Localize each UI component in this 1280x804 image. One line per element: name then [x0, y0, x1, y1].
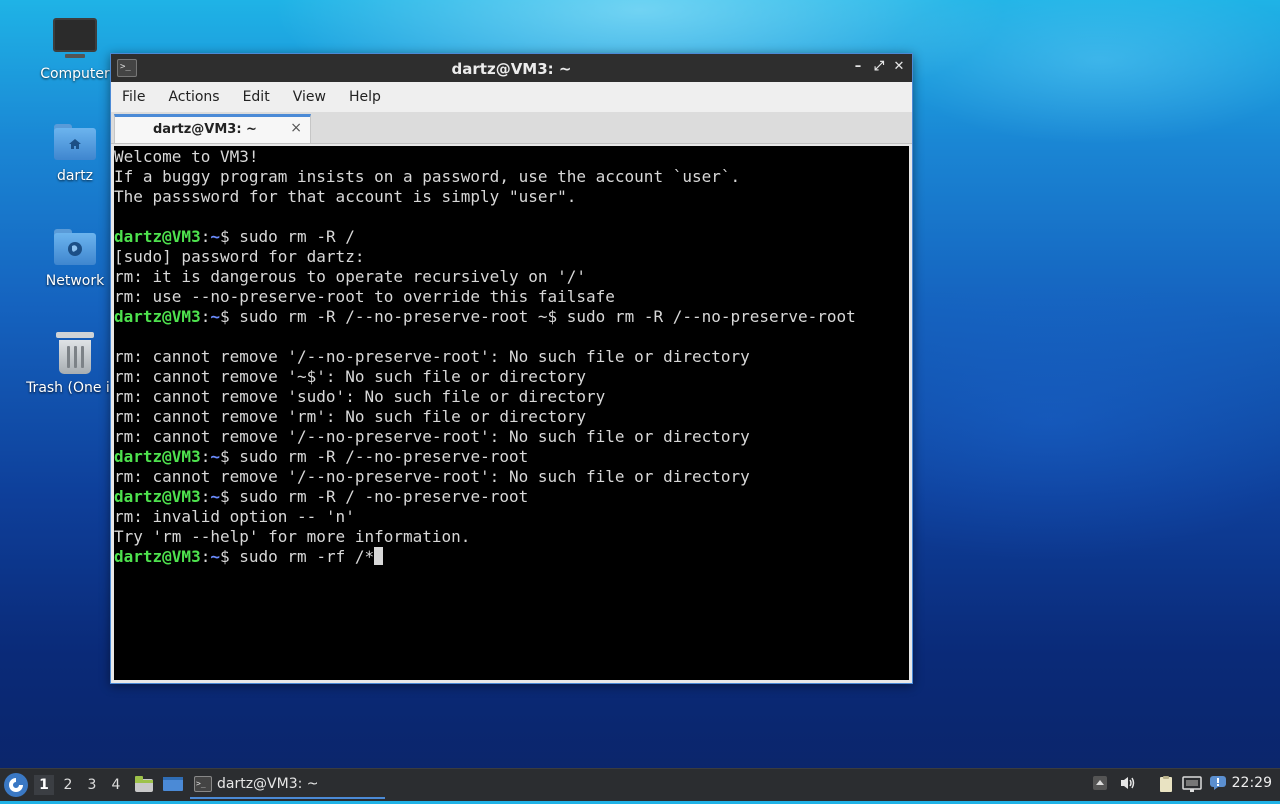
clock: 22:29: [1231, 775, 1272, 791]
prompt-separator: :: [200, 547, 211, 566]
clipboard-icon[interactable]: [1156, 775, 1176, 795]
menu-bar: File Actions Edit View Help: [111, 82, 912, 112]
taskbar-item-label: dartz@VM3: ~: [217, 776, 319, 792]
minimize-button[interactable]: –: [849, 58, 867, 76]
prompt-user: dartz@VM3: [114, 307, 201, 326]
workspace-2[interactable]: 2: [58, 775, 78, 795]
command-text: $ sudo rm -R /: [219, 227, 355, 246]
terminal-output-line: If a buggy program insists on a password…: [114, 167, 741, 186]
prompt-separator: :: [200, 447, 211, 466]
workspace-1[interactable]: 1: [34, 775, 54, 795]
window-titlebar[interactable]: >_ dartz@VM3: ~ – ⤢ ✕: [111, 54, 912, 82]
terminal-command-line: dartz@VM3:~$ sudo rm -R /: [114, 227, 909, 247]
menu-help[interactable]: Help: [338, 89, 393, 105]
command-text: $ sudo rm -R /--no-preserve-root ~$ sudo…: [219, 307, 856, 326]
trash-icon: [56, 332, 94, 374]
menu-edit[interactable]: Edit: [232, 89, 282, 105]
prompt-directory: ~: [210, 447, 220, 466]
terminal-output-line: rm: invalid option -- 'n': [114, 507, 355, 526]
close-button[interactable]: ✕: [890, 58, 908, 76]
prompt-separator: :: [200, 487, 211, 506]
taskbar-item-terminal[interactable]: >_ dartz@VM3: ~: [190, 771, 385, 799]
terminal-output-line: rm: use --no-preserve-root to override t…: [114, 287, 615, 306]
prompt-separator: :: [200, 307, 211, 326]
notification-icon[interactable]: [1208, 775, 1228, 795]
terminal-output[interactable]: Welcome to VM3! If a buggy program insist…: [114, 146, 909, 680]
home-folder-icon: [54, 124, 96, 160]
monitor-icon: [53, 18, 97, 58]
terminal-output-line: rm: it is dangerous to operate recursive…: [114, 267, 587, 286]
terminal-command-line: dartz@VM3:~$ sudo rm -rf /*: [114, 547, 909, 567]
terminal-app-icon: >_: [194, 776, 212, 792]
taskbar: 1 2 3 4 >_ dartz@VM3: ~ 22:29: [0, 768, 1280, 801]
lxqt-menu-icon[interactable]: [4, 773, 28, 797]
terminal-output-line: [sudo] password for dartz:: [114, 247, 365, 266]
tab-label: dartz@VM3: ~: [153, 122, 257, 137]
menu-view[interactable]: View: [282, 89, 338, 105]
tab-bar: dartz@VM3: ~ ×: [111, 112, 912, 144]
prompt-user: dartz@VM3: [114, 227, 201, 246]
workspace-4[interactable]: 4: [106, 775, 126, 795]
prompt-directory: ~: [210, 307, 220, 326]
terminal-output-line: rm: cannot remove '~$': No such file or …: [114, 367, 587, 386]
prompt-user: dartz@VM3: [114, 487, 201, 506]
command-text: $ sudo rm -R /--no-preserve-root: [219, 447, 529, 466]
tab-terminal[interactable]: dartz@VM3: ~ ×: [114, 114, 311, 143]
tab-close-icon[interactable]: ×: [290, 120, 302, 136]
file-manager-icon[interactable]: [134, 775, 154, 793]
command-text: $ sudo rm -rf /*: [219, 547, 375, 566]
terminal-output-line: rm: cannot remove '/--no-preserve-root':…: [114, 347, 750, 366]
prompt-directory: ~: [210, 487, 220, 506]
terminal-output-line: rm: cannot remove '/--no-preserve-root':…: [114, 427, 750, 446]
prompt-separator: :: [200, 227, 211, 246]
command-text: $ sudo rm -R / -no-preserve-root: [219, 487, 529, 506]
volume-icon[interactable]: [1118, 775, 1138, 795]
prompt-directory: ~: [210, 547, 220, 566]
show-desktop-icon[interactable]: [162, 775, 183, 793]
tray-expand-icon[interactable]: [1090, 775, 1110, 795]
network-status-icon[interactable]: [1182, 775, 1202, 795]
terminal-output-line: rm: cannot remove 'rm': No such file or …: [114, 407, 587, 426]
terminal-output-line: rm: cannot remove 'sudo': No such file o…: [114, 387, 606, 406]
terminal-window[interactable]: >_ dartz@VM3: ~ – ⤢ ✕ File Actions Edit …: [110, 53, 913, 684]
terminal-command-line: dartz@VM3:~$ sudo rm -R /--no-preserve-r…: [114, 307, 909, 327]
terminal-output-line: Try 'rm --help' for more information.: [114, 527, 471, 546]
terminal-output-line: rm: cannot remove '/--no-preserve-root':…: [114, 467, 750, 486]
terminal-output-line: Welcome to VM3!: [114, 147, 259, 166]
prompt-directory: ~: [210, 227, 220, 246]
terminal-command-line: dartz@VM3:~$ sudo rm -R /--no-preserve-r…: [114, 447, 909, 467]
terminal-command-line: dartz@VM3:~$ sudo rm -R / -no-preserve-r…: [114, 487, 909, 507]
prompt-user: dartz@VM3: [114, 447, 201, 466]
prompt-user: dartz@VM3: [114, 547, 201, 566]
menu-file[interactable]: File: [111, 89, 157, 105]
workspace-3[interactable]: 3: [82, 775, 102, 795]
window-title: dartz@VM3: ~: [451, 60, 572, 78]
terminal-output-line: The passsword for that account is simply…: [114, 187, 577, 206]
maximize-button[interactable]: ⤢: [870, 58, 888, 76]
network-folder-icon: [54, 229, 96, 265]
terminal-cursor: [374, 547, 384, 565]
menu-actions[interactable]: Actions: [157, 89, 231, 105]
